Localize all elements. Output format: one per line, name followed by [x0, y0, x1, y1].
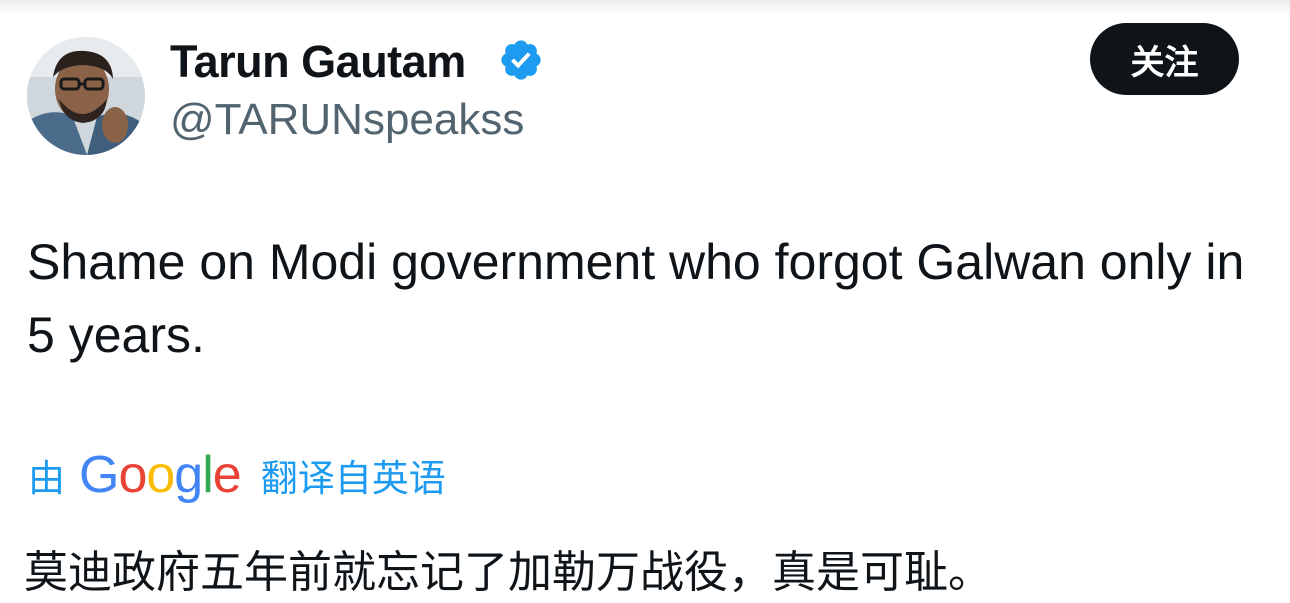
avatar[interactable] — [27, 37, 145, 155]
google-logo-icon: Google — [79, 446, 242, 504]
translated-by-google-link[interactable]: 由 Google 翻译自英语 — [28, 447, 446, 503]
google-logo-letter: l — [202, 446, 214, 504]
follow-button[interactable]: 关注 — [1090, 23, 1239, 95]
translate-prefix-label: 由 — [28, 457, 65, 500]
top-edge-shadow — [0, 0, 1290, 14]
author-display-name[interactable]: Tarun Gautam — [170, 36, 466, 88]
google-logo-letter: G — [79, 446, 119, 504]
verified-badge-icon[interactable] — [498, 37, 544, 83]
google-logo-letter: o — [118, 446, 147, 504]
google-logo-letter: g — [174, 446, 203, 504]
google-logo-letter: o — [146, 446, 175, 504]
tweet-text: Shame on Modi government who forgot Galw… — [27, 234, 1245, 363]
translate-suffix-label: 翻译自英语 — [260, 457, 446, 500]
google-logo-letter: e — [212, 446, 242, 504]
author-handle[interactable]: @TARUNspeakss — [170, 95, 524, 145]
translated-tweet-text: 莫迪政府五年前就忘记了加勒万战役，真是可耻。 — [24, 547, 992, 598]
